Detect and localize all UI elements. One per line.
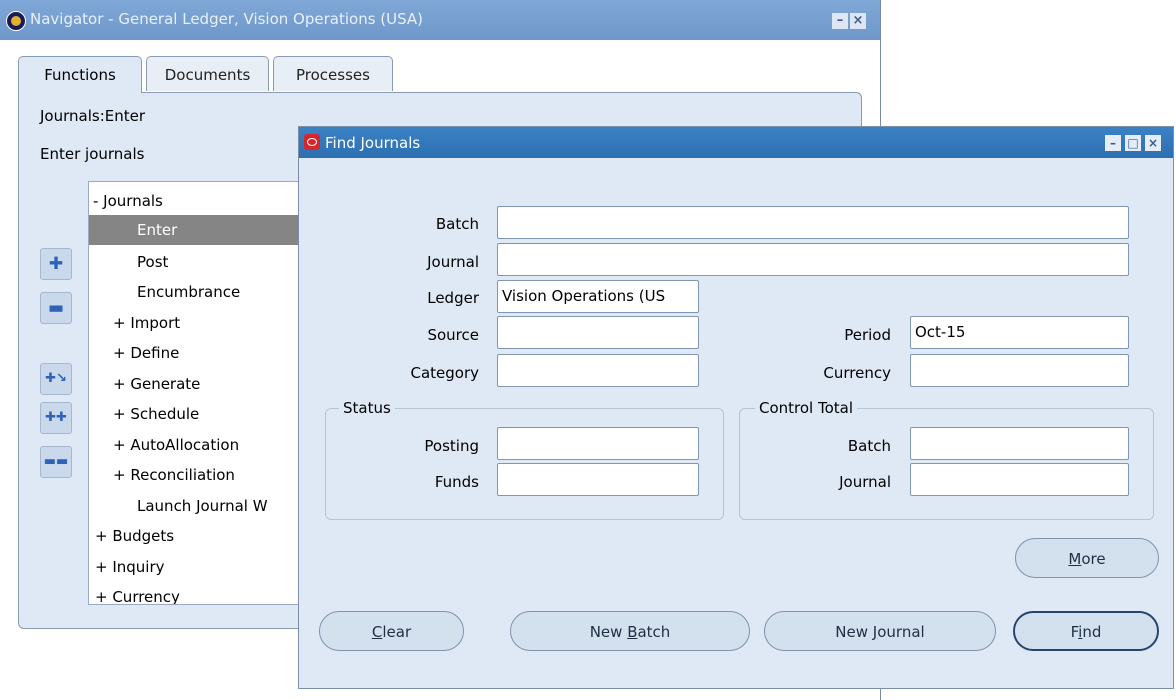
new-journal-button[interactable]: New Journal [764, 611, 996, 651]
funds-field[interactable] [497, 463, 699, 496]
tree-item-journals[interactable]: - Journals [89, 186, 319, 216]
more-button[interactable]: More [1015, 538, 1159, 578]
tab-functions-label: Functions [44, 66, 116, 84]
find-journals-dialog: Find Journals – □ × Batch Journal Ledger… [298, 126, 1174, 689]
find-button[interactable]: Find [1013, 611, 1159, 651]
new-journal-label: ournal [877, 623, 925, 641]
new-batch-prefix: New [589, 623, 628, 641]
function-name: Journals:Enter [40, 107, 146, 125]
source-field[interactable] [497, 316, 699, 349]
new-journal-prefix: New [835, 623, 873, 641]
period-label: Period [844, 326, 891, 344]
currency-field[interactable] [910, 354, 1129, 387]
journal-field[interactable] [497, 243, 1129, 276]
control-total-group-title: Control Total [755, 399, 858, 417]
tree-item-currency[interactable]: + Currency [89, 582, 319, 604]
maximize-icon[interactable]: □ [1125, 135, 1141, 151]
expand-all-icon[interactable]: ✚✚ [40, 402, 72, 434]
tree-item-schedule[interactable]: + Schedule [89, 399, 319, 429]
expand-icon[interactable]: ✚ [40, 248, 72, 280]
new-batch-label: atch [637, 623, 671, 641]
tree-item-generate[interactable]: + Generate [89, 369, 319, 399]
more-mnemonic: M [1068, 550, 1082, 568]
more-label: ore [1081, 550, 1106, 568]
navigator-title: Navigator - General Ledger, Vision Opera… [30, 10, 424, 28]
clear-label: lear [382, 623, 412, 641]
funds-label: Funds [434, 473, 479, 491]
posting-label: Posting [424, 437, 479, 455]
tree-item-reconciliation[interactable]: + Reconciliation [89, 460, 319, 490]
source-label: Source [427, 326, 479, 344]
currency-label: Currency [823, 364, 891, 382]
minimize-icon[interactable]: – [1105, 135, 1121, 151]
ledger-label: Ledger [427, 289, 479, 307]
category-field[interactable] [497, 354, 699, 387]
control-journal-field[interactable] [910, 463, 1129, 496]
category-label: Category [410, 364, 479, 382]
tab-documents-label: Documents [164, 66, 251, 84]
period-field[interactable]: Oct-15 [910, 316, 1129, 349]
control-batch-field[interactable] [910, 427, 1129, 460]
batch-field[interactable] [497, 206, 1129, 239]
close-icon[interactable]: × [1145, 135, 1161, 151]
tab-functions[interactable]: Functions [18, 56, 142, 93]
tree-item-encumbrance[interactable]: Encumbrance [89, 277, 319, 307]
close-icon[interactable]: × [850, 13, 866, 29]
expand-branch-icon[interactable]: ✚↘ [40, 363, 72, 395]
tree-item-budgets[interactable]: + Budgets [89, 521, 319, 551]
tree-item-enter[interactable]: Enter [89, 215, 319, 245]
find-label: nd [1082, 623, 1102, 641]
function-tree[interactable]: - Journals Enter Post Encumbrance + Impo… [88, 181, 320, 605]
control-journal-label: Journal [839, 473, 891, 491]
tree-item-launch-journal-wizard[interactable]: Launch Journal W [89, 491, 319, 521]
collapse-all-icon[interactable]: ▬▬ [40, 446, 72, 478]
new-batch-mnemonic: B [627, 623, 638, 641]
new-batch-button[interactable]: New Batch [510, 611, 750, 651]
tab-processes-label: Processes [296, 66, 370, 84]
tree-item-import[interactable]: + Import [89, 308, 319, 338]
oracle-app-icon [6, 11, 26, 31]
tab-processes[interactable]: Processes [273, 56, 393, 91]
minimize-icon[interactable]: – [832, 13, 848, 29]
clear-button[interactable]: Clear [319, 611, 464, 651]
navigator-title-bar[interactable]: Navigator - General Ledger, Vision Opera… [0, 0, 880, 40]
control-batch-label: Batch [847, 437, 891, 455]
batch-label: Batch [435, 215, 479, 233]
collapse-icon[interactable]: ▬ [40, 292, 72, 324]
tree-item-post[interactable]: Post [89, 247, 319, 277]
clear-mnemonic: C [371, 623, 383, 641]
function-description: Enter journals [40, 145, 145, 163]
tree-item-define[interactable]: + Define [89, 338, 319, 368]
journal-label: Journal [427, 253, 479, 271]
posting-field[interactable] [497, 427, 699, 460]
dialog-title: Find Journals [325, 134, 421, 152]
oracle-window-icon [304, 134, 320, 150]
tree-item-autoallocation[interactable]: + AutoAllocation [89, 430, 319, 460]
status-group-title: Status [339, 399, 395, 417]
ledger-field[interactable]: Vision Operations (US [497, 280, 699, 313]
tab-documents[interactable]: Documents [146, 56, 269, 91]
find-journals-title-bar[interactable]: Find Journals – □ × [299, 127, 1173, 158]
tree-item-inquiry[interactable]: + Inquiry [89, 552, 319, 582]
